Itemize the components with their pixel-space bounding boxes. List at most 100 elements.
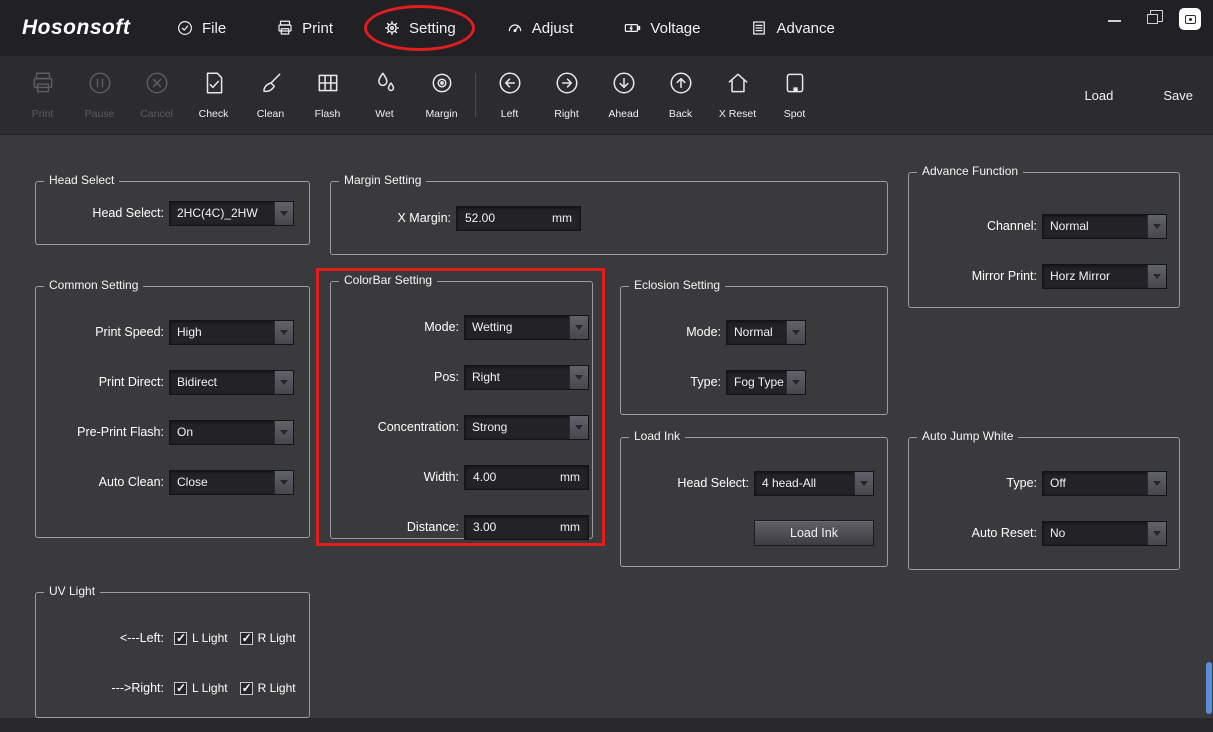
dropdown-value: Bidirect [170, 371, 274, 394]
colorbar-distance-input[interactable]: 3.00 mm [464, 515, 589, 540]
toolbar-flash-button[interactable]: Flash [299, 59, 356, 131]
uv-right-l-light-checkbox[interactable]: L Light [174, 681, 228, 695]
toolbar-check-button[interactable]: Check [185, 59, 242, 131]
dropdown-value: 4 head-All [755, 472, 854, 495]
chevron-down-icon[interactable] [569, 366, 588, 389]
uv-left-l-light-checkbox[interactable]: L Light [174, 631, 228, 645]
auto-reset-dropdown[interactable]: No [1042, 521, 1167, 546]
menu-item-voltage[interactable]: Voltage [621, 15, 702, 41]
field-label: Distance: [331, 520, 459, 534]
uv-left-row: <---Left: L Light R Light [36, 613, 309, 663]
common-setting-group: Common Setting Print Speed: High Print D… [35, 286, 310, 538]
toolbar-spot-button[interactable]: Spot [766, 59, 823, 131]
toolbar-cancel-button[interactable]: Cancel [128, 59, 185, 131]
minimize-button[interactable] [1103, 8, 1125, 30]
toolbar-x-reset-button[interactable]: X Reset [709, 59, 766, 131]
chevron-down-icon[interactable] [854, 472, 873, 495]
toolbar-actions: Load Save [1084, 56, 1193, 135]
toolbar-ahead-button[interactable]: Ahead [595, 59, 652, 131]
toolbar-left-button[interactable]: Left [481, 59, 538, 131]
chevron-down-icon[interactable] [569, 416, 588, 439]
menu-item-print[interactable]: Print [274, 15, 335, 41]
x-margin-input[interactable]: 52.00 mm [456, 206, 581, 231]
pause-circle-icon [87, 70, 113, 101]
menu-item-label: Print [302, 20, 333, 37]
chevron-down-icon[interactable] [274, 421, 293, 444]
menu-item-adjust[interactable]: Adjust [504, 15, 576, 41]
field-label: Type: [909, 476, 1037, 490]
menu-item-label: Advance [776, 20, 834, 37]
toolbar-clean-button[interactable]: Clean [242, 59, 299, 131]
dropdown-value: High [170, 321, 274, 344]
restore-button[interactable] [1141, 8, 1163, 30]
uv-right-r-light-checkbox[interactable]: R Light [240, 681, 296, 695]
head-select-dropdown[interactable]: 2HC(4C)_2HW [169, 201, 294, 226]
gauge-icon [506, 19, 524, 37]
colorbar-mode-dropdown[interactable]: Wetting [464, 315, 589, 340]
toolbar-right-button[interactable]: Right [538, 59, 595, 131]
status-bar [0, 718, 1213, 732]
dropdown-value: Strong [465, 416, 569, 439]
chevron-down-icon[interactable] [274, 371, 293, 394]
colorbar-width-input[interactable]: 4.00 mm [464, 465, 589, 490]
field-label: Auto Clean: [36, 475, 164, 489]
field-label: Print Speed: [36, 325, 164, 339]
load-ink-button[interactable]: Load Ink [754, 520, 874, 546]
eclosion-mode-dropdown[interactable]: Normal [726, 320, 806, 345]
vertical-scrollbar-thumb[interactable] [1206, 662, 1212, 714]
colorbar-pos-dropdown[interactable]: Right [464, 365, 589, 390]
uv-left-r-light-checkbox[interactable]: R Light [240, 631, 296, 645]
toolbar: Print Pause Cancel Check Clean Flash Wet [0, 56, 1213, 135]
mirror-print-dropdown[interactable]: Horz Mirror [1042, 264, 1167, 289]
toolbar-pause-button[interactable]: Pause [71, 59, 128, 131]
document-icon [750, 19, 768, 37]
title-bar: Hosonsoft File Print Setting [0, 0, 1213, 56]
chevron-down-icon[interactable] [1147, 472, 1166, 495]
pre-print-flash-dropdown[interactable]: On [169, 420, 294, 445]
load-ink-head-select-dropdown[interactable]: 4 head-All [754, 471, 874, 496]
auto-clean-dropdown[interactable]: Close [169, 470, 294, 495]
chevron-down-icon[interactable] [786, 371, 805, 394]
print-direct-dropdown[interactable]: Bidirect [169, 370, 294, 395]
mirror-print-row: Mirror Print: Horz Mirror [909, 251, 1179, 301]
toolbar-back-button[interactable]: Back [652, 59, 709, 131]
channel-dropdown[interactable]: Normal [1042, 214, 1167, 239]
dropdown-value: Normal [727, 321, 786, 344]
jump-white-type-dropdown[interactable]: Off [1042, 471, 1167, 496]
app-window: Hosonsoft File Print Setting [0, 0, 1213, 732]
battery-icon [623, 19, 642, 37]
save-button[interactable]: Save [1163, 88, 1193, 103]
field-label: Mirror Print: [909, 269, 1037, 283]
menu-item-advance[interactable]: Advance [748, 15, 836, 41]
chevron-down-icon[interactable] [274, 471, 293, 494]
dropdown-value: Wetting [465, 316, 569, 339]
toolbar-margin-button[interactable]: Margin [413, 59, 470, 131]
menu-item-file[interactable]: File [174, 15, 228, 41]
arrow-up-circle-icon [668, 70, 694, 101]
field-label: Pos: [331, 370, 459, 384]
checkbox-checked-icon [174, 682, 187, 695]
load-button[interactable]: Load [1084, 88, 1113, 103]
toolbar-wet-button[interactable]: Wet [356, 59, 413, 131]
chevron-down-icon[interactable] [274, 321, 293, 344]
chevron-down-icon[interactable] [1147, 265, 1166, 288]
chevron-down-icon[interactable] [274, 202, 293, 225]
print-direct-row: Print Direct: Bidirect [36, 357, 309, 407]
colorbar-concentration-dropdown[interactable]: Strong [464, 415, 589, 440]
unit-label: mm [560, 470, 588, 484]
toolbar-print-button[interactable]: Print [14, 59, 71, 131]
chevron-down-icon[interactable] [1147, 215, 1166, 238]
eclosion-type-dropdown[interactable]: Fog Type [726, 370, 806, 395]
print-speed-dropdown[interactable]: High [169, 320, 294, 345]
chevron-down-icon[interactable] [1147, 522, 1166, 545]
dropdown-value: On [170, 421, 274, 444]
eclosion-mode-row: Mode: Normal [621, 307, 887, 357]
chevron-down-icon[interactable] [569, 316, 588, 339]
menu-item-label: Adjust [532, 20, 574, 37]
dropdown-value: No [1043, 522, 1147, 545]
uv-right-row: --->Right: L Light R Light [36, 663, 309, 713]
menu-item-setting[interactable]: Setting [381, 15, 458, 41]
chevron-down-icon[interactable] [786, 321, 805, 344]
capture-icon[interactable] [1179, 8, 1201, 30]
field-label: Auto Reset: [909, 526, 1037, 540]
